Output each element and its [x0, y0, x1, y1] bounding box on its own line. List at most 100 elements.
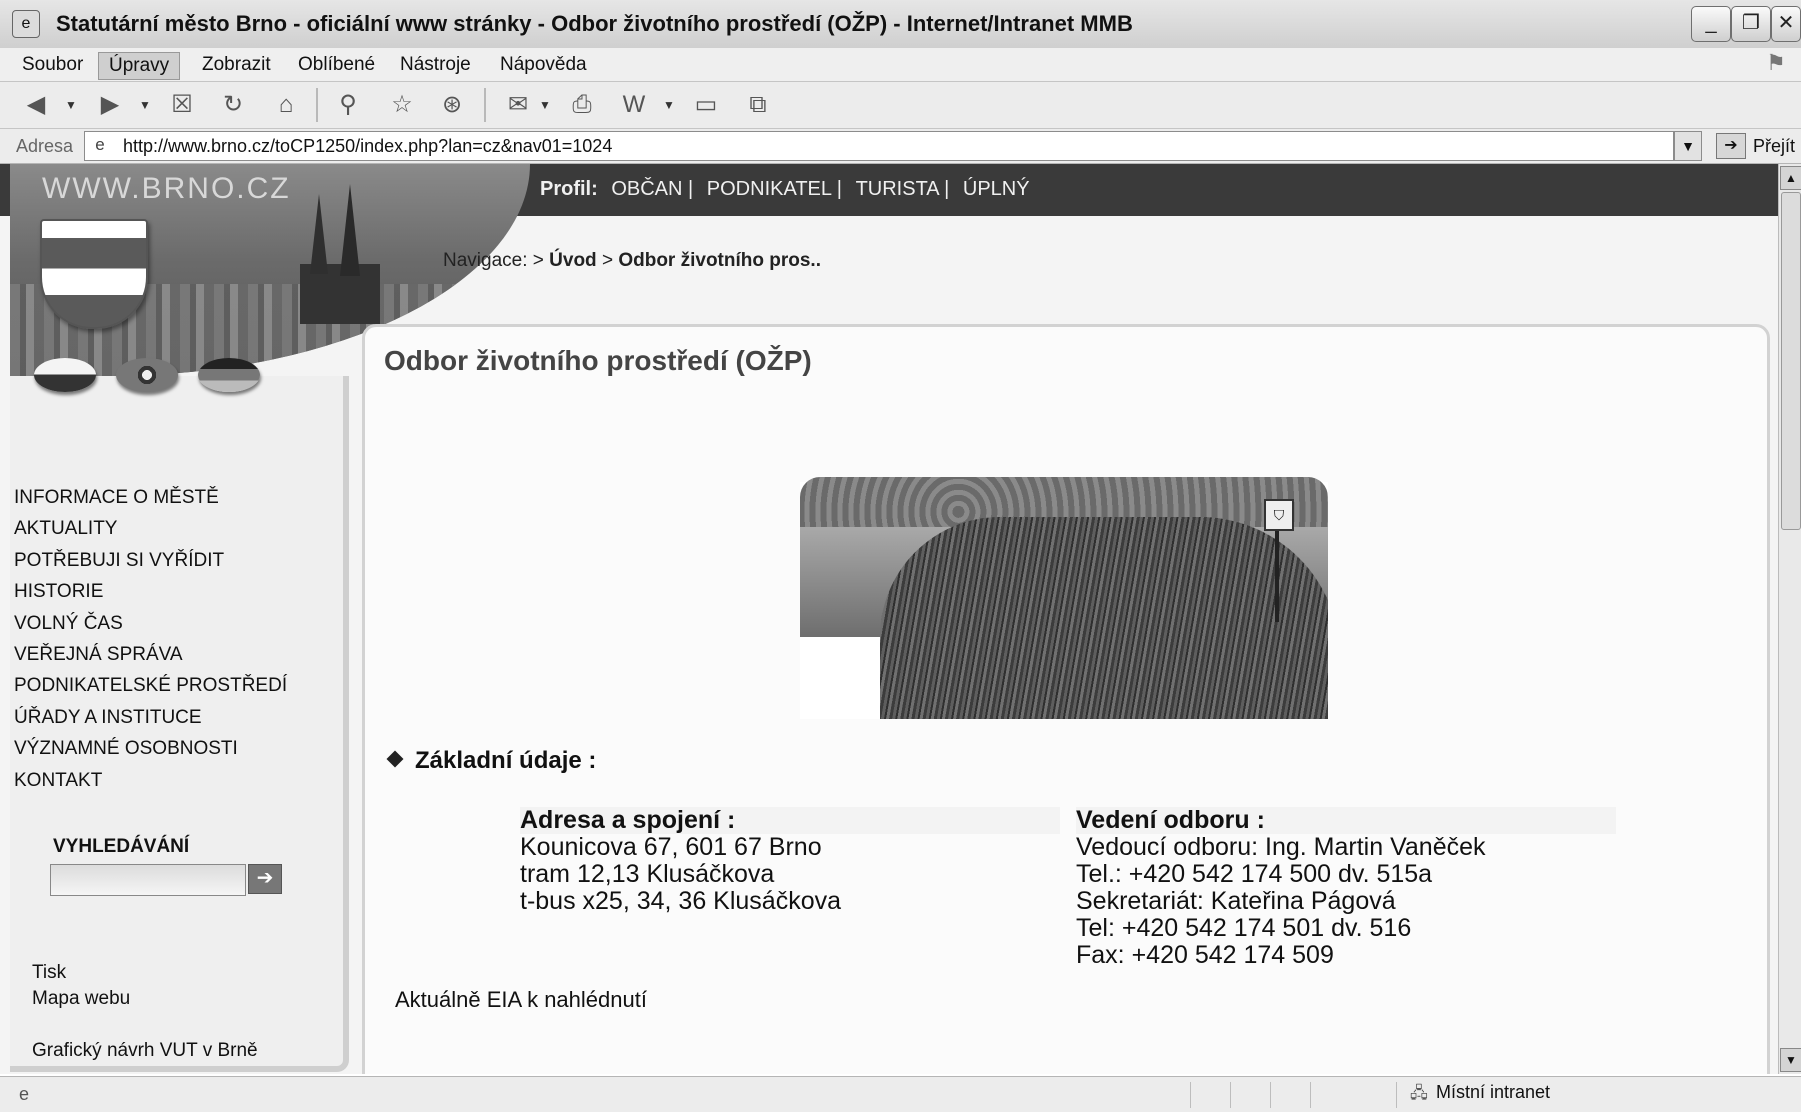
content-panel: Odbor životního prostředí (OŽP) ⛉ Základ…	[362, 324, 1770, 1074]
nav-history[interactable]: HISTORIE	[14, 576, 287, 607]
german-flag-icon[interactable]	[198, 358, 260, 392]
address-block: Adresa a spojení : Kounicova 67, 601 67 …	[520, 807, 1060, 915]
stop-icon[interactable]: ☒	[166, 89, 198, 121]
title-bar: e Statutární město Brno - oficiální www …	[0, 0, 1801, 49]
lake-photo: ⛉	[800, 407, 1328, 719]
toolbar: ◀ ▼ ▶ ▼ ☒ ↻ ⌂ ⚲ ☆ ⊛ ✉ ▼ ⎙ W ▼ ▭ ⧉	[0, 82, 1801, 129]
messenger-icon[interactable]: ⧉	[742, 89, 774, 121]
security-zone: 🖧 Místní intranet	[1410, 1082, 1550, 1109]
menu-favorites[interactable]: Oblíbené	[288, 52, 385, 78]
address-line: Kounicova 67, 601 67 Brno	[520, 833, 822, 861]
window-title: Statutární město Brno - oficiální www st…	[56, 11, 1133, 36]
page-icon: e	[95, 135, 105, 154]
edit-dropdown-icon[interactable]: ▼	[662, 90, 676, 120]
minimize-button[interactable]: _	[1691, 6, 1731, 42]
print-link[interactable]: Tisk	[32, 962, 66, 984]
vertical-scrollbar[interactable]: ▲ ▼	[1778, 164, 1801, 1074]
leadership-block: Vedení odboru : Vedoucí odboru: Ing. Mar…	[1076, 807, 1616, 969]
go-arrow-icon[interactable]: ➔	[1716, 133, 1746, 159]
menu-tools[interactable]: Nástroje	[390, 52, 481, 78]
leadership-line: Vedoucí odboru: Ing. Martin Vaněček	[1076, 833, 1486, 861]
ie-app-icon[interactable]: e	[12, 10, 40, 38]
nav-business[interactable]: PODNIKATELSKÉ PROSTŘEDÍ	[14, 670, 287, 701]
breadcrumb-current: Odbor životního pros..	[618, 250, 821, 271]
go-button[interactable]: Přejít	[1753, 136, 1795, 157]
nav-public-administration[interactable]: VEŘEJNÁ SPRÁVA	[14, 639, 287, 670]
back-dropdown-icon[interactable]: ▼	[64, 90, 78, 120]
scroll-thumb[interactable]	[1781, 192, 1801, 530]
print-icon[interactable]: ⎙	[566, 89, 598, 121]
search-input[interactable]	[50, 864, 246, 896]
leadership-line: Sekretariát: Kateřina Págová	[1076, 887, 1396, 915]
czech-flag-icon[interactable]	[34, 358, 96, 392]
page-title: Odbor životního prostředí (OŽP)	[384, 345, 812, 376]
search-title: VYHLEDÁVÁNÍ	[53, 836, 190, 857]
scroll-up-icon[interactable]: ▲	[1780, 166, 1801, 190]
nav-news[interactable]: AKTUALITY	[14, 513, 287, 544]
profile-link-entrepreneur[interactable]: PODNIKATEL |	[707, 178, 842, 200]
address-input[interactable]: e http://www.brno.cz/toCP1250/index.php?…	[84, 131, 1674, 161]
mail-dropdown-icon[interactable]: ▼	[538, 90, 552, 120]
protected-area-sign-icon: ⛉	[1264, 499, 1294, 531]
leadership-line: Tel: +420 542 174 501 dv. 516	[1076, 914, 1412, 942]
address-line: t-bus x25, 34, 36 Klusáčkova	[520, 887, 842, 915]
leadership-line: Tel.: +420 542 174 500 dv. 515a	[1076, 860, 1433, 888]
section-heading-text: Základní údaje :	[415, 747, 597, 774]
address-label: Adresa	[16, 136, 74, 156]
address-url[interactable]: http://www.brno.cz/toCP1250/index.php?la…	[123, 136, 612, 157]
menu-view[interactable]: Zobrazit	[192, 52, 281, 78]
page-status-icon: e	[18, 1084, 29, 1104]
nav-city-info[interactable]: INFORMACE O MĚSTĚ	[14, 482, 287, 513]
windows-flag-icon: ⚑	[1766, 50, 1786, 75]
main-navigation: INFORMACE O MĚSTĚ AKTUALITY POTŘEBUJI SI…	[14, 482, 287, 796]
history-icon[interactable]: ⊛	[436, 89, 468, 121]
brno-coat-of-arms	[40, 219, 148, 329]
sitemap-link[interactable]: Mapa webu	[32, 988, 130, 1010]
home-icon[interactable]: ⌂	[270, 89, 302, 121]
diamond-bullet-icon	[386, 750, 404, 768]
address-line: tram 12,13 Klusáčkova	[520, 860, 775, 888]
leadership-line: Fax: +420 542 174 509	[1076, 941, 1334, 969]
breadcrumb-separator: >	[601, 250, 614, 271]
back-icon[interactable]: ◀	[20, 89, 52, 121]
refresh-icon[interactable]: ↻	[217, 89, 249, 121]
profile-label: Profil:	[540, 178, 598, 200]
uk-flag-icon[interactable]	[116, 358, 178, 392]
nav-leisure[interactable]: VOLNÝ ČAS	[14, 608, 287, 639]
profile-link-full[interactable]: ÚPLNÝ	[963, 178, 1030, 200]
status-bar: e 🖧 Místní intranet	[0, 1076, 1801, 1112]
scroll-down-icon[interactable]: ▼	[1780, 1048, 1801, 1072]
address-dropdown-button[interactable]: ▼	[1674, 131, 1702, 161]
menu-edit[interactable]: Úpravy	[98, 52, 181, 80]
design-credit-link[interactable]: Grafický návrh VUT v Brně	[32, 1040, 258, 1062]
profile-link-citizen[interactable]: OBČAN |	[611, 178, 693, 200]
section-heading: Základní údaje :	[386, 747, 597, 775]
menu-file[interactable]: Soubor	[12, 52, 93, 78]
breadcrumb-home[interactable]: Úvod	[549, 250, 597, 271]
forward-icon[interactable]: ▶	[94, 89, 126, 121]
leadership-heading: Vedení odboru :	[1076, 807, 1616, 834]
toolbar-separator	[316, 88, 318, 122]
edit-icon[interactable]: W	[618, 89, 650, 121]
breadcrumb: Navigace: > Úvod > Odbor životního pros.…	[443, 250, 821, 272]
restore-button[interactable]: ❐	[1731, 6, 1771, 42]
address-heading: Adresa a spojení :	[520, 807, 1060, 834]
close-button[interactable]: ✕	[1771, 6, 1801, 42]
forward-dropdown-icon[interactable]: ▼	[138, 90, 152, 120]
profile-link-tourist[interactable]: TURISTA |	[856, 178, 950, 200]
site-logo-text[interactable]: WWW.BRNO.CZ	[42, 172, 291, 206]
nav-offices[interactable]: ÚŘADY A INSTITUCE	[14, 702, 287, 733]
mail-icon[interactable]: ✉	[502, 89, 534, 121]
favorites-icon[interactable]: ☆	[386, 89, 418, 121]
discuss-icon[interactable]: ▭	[690, 89, 722, 121]
search-submit-button[interactable]: ➔	[248, 864, 282, 894]
nav-personalities[interactable]: VÝZNAMNÉ OSOBNOSTI	[14, 733, 287, 764]
eia-link[interactable]: Aktuálně EIA k nahlédnutí	[395, 987, 647, 1013]
nav-services[interactable]: POTŘEBUJI SI VYŘÍDIT	[14, 545, 287, 576]
intranet-zone-icon: 🖧	[1410, 1085, 1428, 1102]
nav-contact[interactable]: KONTAKT	[14, 765, 287, 796]
search-icon[interactable]: ⚲	[332, 89, 364, 121]
menu-bar: Soubor Úpravy Zobrazit Oblíbené Nástroje…	[0, 48, 1801, 82]
profile-bar: Profil: OBČAN | PODNIKATEL | TURISTA | Ú…	[540, 178, 1030, 201]
menu-help[interactable]: Nápověda	[490, 52, 597, 78]
